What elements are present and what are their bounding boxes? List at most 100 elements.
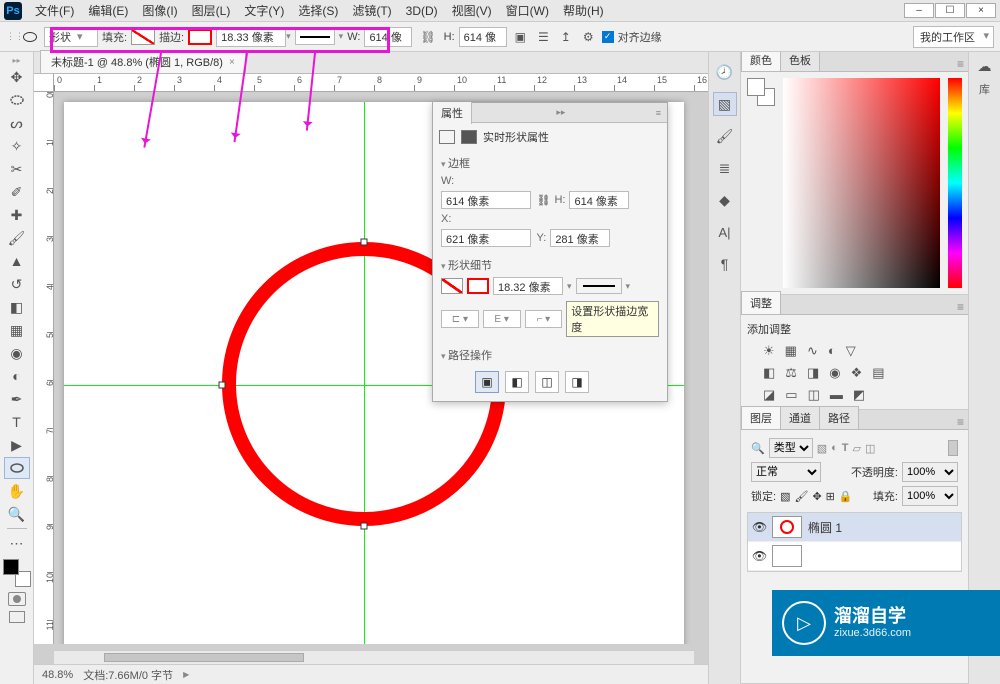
pathops-icon[interactable]: ▣ <box>511 30 530 44</box>
adj-hue-icon[interactable]: ◧ <box>763 365 775 381</box>
prop-link-wh-icon[interactable]: ⛓ <box>537 194 551 207</box>
eraser-tool[interactable]: ◧ <box>4 296 30 318</box>
menu-3d[interactable]: 3D(D) <box>399 4 445 18</box>
layer-visibility-icon[interactable]: 👁 <box>752 549 766 563</box>
heal-tool[interactable]: ✚ <box>4 204 30 226</box>
wand-tool[interactable]: ✧ <box>4 135 30 157</box>
adj-photo-filter-icon[interactable]: ◉ <box>829 365 840 381</box>
pathop-intersect[interactable]: ◫ <box>535 371 559 393</box>
prop-fill-swatch[interactable] <box>441 278 463 294</box>
prop-stroke-align-select[interactable]: ⊏ ▾ <box>441 310 479 328</box>
blur-tool[interactable]: ◉ <box>4 342 30 364</box>
adj-brightness-icon[interactable]: ☀ <box>763 343 775 359</box>
history-brush-tool[interactable]: ↺ <box>4 273 30 295</box>
adj-selective-icon[interactable]: ◩ <box>853 387 865 403</box>
adj-gradmap-icon[interactable]: ▬ <box>830 387 843 403</box>
ruler-vertical[interactable]: 01234567891011 <box>34 92 54 644</box>
maximize-button[interactable]: ☐ <box>935 3 965 18</box>
marquee-tool[interactable] <box>4 89 30 111</box>
layer-visibility-icon[interactable]: 👁 <box>752 520 766 534</box>
type-tool[interactable]: T <box>4 411 30 433</box>
menu-select[interactable]: 选择(S) <box>291 2 345 19</box>
eyedropper-tool[interactable]: ✐ <box>4 181 30 203</box>
pen-tool[interactable]: ✒ <box>4 388 30 410</box>
shape-mode-select[interactable]: 形状▾ <box>44 27 98 47</box>
properties-panel[interactable]: 属性 ▸▸ ≡ 实时形状属性 边框 W: 614 像素 ⛓ H: 614 像素 … <box>432 102 668 402</box>
prop-w-input[interactable]: 614 像素 <box>441 191 531 209</box>
status-menu-icon[interactable]: ▶ <box>183 670 189 679</box>
align-icon[interactable]: ☰ <box>534 30 553 44</box>
lock-paint-icon[interactable]: 🖌 <box>794 490 808 503</box>
cc-libraries-icon[interactable]: ☁ <box>978 58 992 75</box>
layer-item-bg[interactable]: 👁 <box>748 542 961 571</box>
prop-y-input[interactable]: 281 像素 <box>550 229 610 247</box>
crop-tool[interactable]: ✂ <box>4 158 30 180</box>
arrange-icon[interactable]: ↥ <box>557 30 575 44</box>
paragraph-dock-icon[interactable]: ¶ <box>713 252 737 276</box>
stroke-style-dropdown-icon[interactable]: ▾ <box>339 31 344 42</box>
color-fgbg-swatch[interactable] <box>747 78 775 106</box>
current-tool-icon[interactable] <box>20 27 40 47</box>
blend-mode-select[interactable]: 正常 <box>751 462 821 482</box>
layers-tab[interactable]: 图层 <box>741 406 781 429</box>
move-tool[interactable]: ✥ <box>4 66 30 88</box>
stroke-swatch[interactable] <box>188 29 212 45</box>
menu-edit[interactable]: 编辑(E) <box>81 2 135 19</box>
hand-tool[interactable]: ✋ <box>4 480 30 502</box>
pathop-subtract[interactable]: ◧ <box>505 371 529 393</box>
shape-tool[interactable] <box>4 457 30 479</box>
document-close-icon[interactable]: × <box>229 57 235 68</box>
fill-swatch[interactable] <box>131 29 155 45</box>
stamp-tool[interactable]: ▲ <box>4 250 30 272</box>
layer-item-ellipse[interactable]: 👁 椭圆 1 <box>748 513 961 542</box>
prop-h-input[interactable]: 614 像素 <box>569 191 629 209</box>
layer-name[interactable]: 椭圆 1 <box>808 519 842 536</box>
stroke-style-preview[interactable] <box>295 29 335 45</box>
color-panel-menu-icon[interactable]: ≡ <box>953 57 968 71</box>
ruler-horizontal[interactable]: 012345678910111213141516 <box>54 74 708 92</box>
menu-view[interactable]: 视图(V) <box>445 2 499 19</box>
align-edges-checkbox[interactable]: ✓ <box>602 31 614 43</box>
libraries-label[interactable]: 库 <box>979 81 990 97</box>
dodge-tool[interactable]: ◐ <box>4 365 30 387</box>
color-swatches[interactable] <box>3 559 31 587</box>
filter-smart-icon[interactable]: ◫ <box>865 442 875 455</box>
brushes-preset-dock-icon[interactable]: ≣ <box>713 156 737 180</box>
layer-thumb[interactable] <box>772 516 802 538</box>
history-dock-icon[interactable]: 🕗 <box>713 60 737 84</box>
menu-help[interactable]: 帮助(H) <box>556 2 611 19</box>
adj-channel-mixer-icon[interactable]: ❖ <box>851 365 863 381</box>
horizontal-scrollbar[interactable] <box>54 650 694 664</box>
properties-tab[interactable]: 属性 <box>433 102 472 124</box>
channels-tab[interactable]: 通道 <box>780 406 820 429</box>
filter-shape-icon[interactable]: ▱ <box>853 442 861 455</box>
opacity-select[interactable]: 100% <box>902 462 958 482</box>
adj-levels-icon[interactable]: ▦ <box>785 343 797 359</box>
adj-vibrance-icon[interactable]: ▽ <box>846 343 856 359</box>
properties-collapse-icon[interactable]: ▸▸ <box>550 107 571 118</box>
anchor-bottom[interactable] <box>361 523 368 530</box>
clone-source-dock-icon[interactable]: ◆ <box>713 188 737 212</box>
close-button[interactable]: × <box>966 3 996 18</box>
prop-stroke-swatch[interactable] <box>467 278 489 294</box>
menu-file[interactable]: 文件(F) <box>28 2 81 19</box>
prop-x-input[interactable]: 621 像素 <box>441 229 531 247</box>
pathop-exclude[interactable]: ◨ <box>565 371 589 393</box>
brush-dock-icon[interactable]: 🖌 <box>713 124 737 148</box>
filter-adjust-icon[interactable]: ◐ <box>831 442 838 454</box>
prop-stroke-width-input[interactable]: 18.32 像素 <box>493 277 563 295</box>
screenmode-icon[interactable] <box>9 611 25 623</box>
document-tab[interactable]: 未标题-1 @ 48.8% (椭圆 1, RGB/8) × <box>40 50 246 73</box>
tools-grip-icon[interactable]: ▸▸ <box>12 56 20 65</box>
link-wh-icon[interactable]: ⛓ <box>416 30 439 44</box>
height-input[interactable]: 614 像 <box>459 27 507 47</box>
prop-stroke-corners-select[interactable]: ⌐ ▾ <box>525 310 563 328</box>
gradient-tool[interactable]: ▦ <box>4 319 30 341</box>
adj-exposure-icon[interactable]: ◐ <box>828 343 836 359</box>
lock-all-icon[interactable]: 🔒 <box>839 490 853 503</box>
lasso-tool[interactable]: ᔕ <box>4 112 30 134</box>
doc-info[interactable]: 文档:7.66M/0 字节 <box>83 667 173 683</box>
anchor-top[interactable] <box>361 239 368 246</box>
brush-tool[interactable]: 🖌 <box>4 227 30 249</box>
adjustments-panel-menu-icon[interactable]: ≡ <box>953 300 968 314</box>
